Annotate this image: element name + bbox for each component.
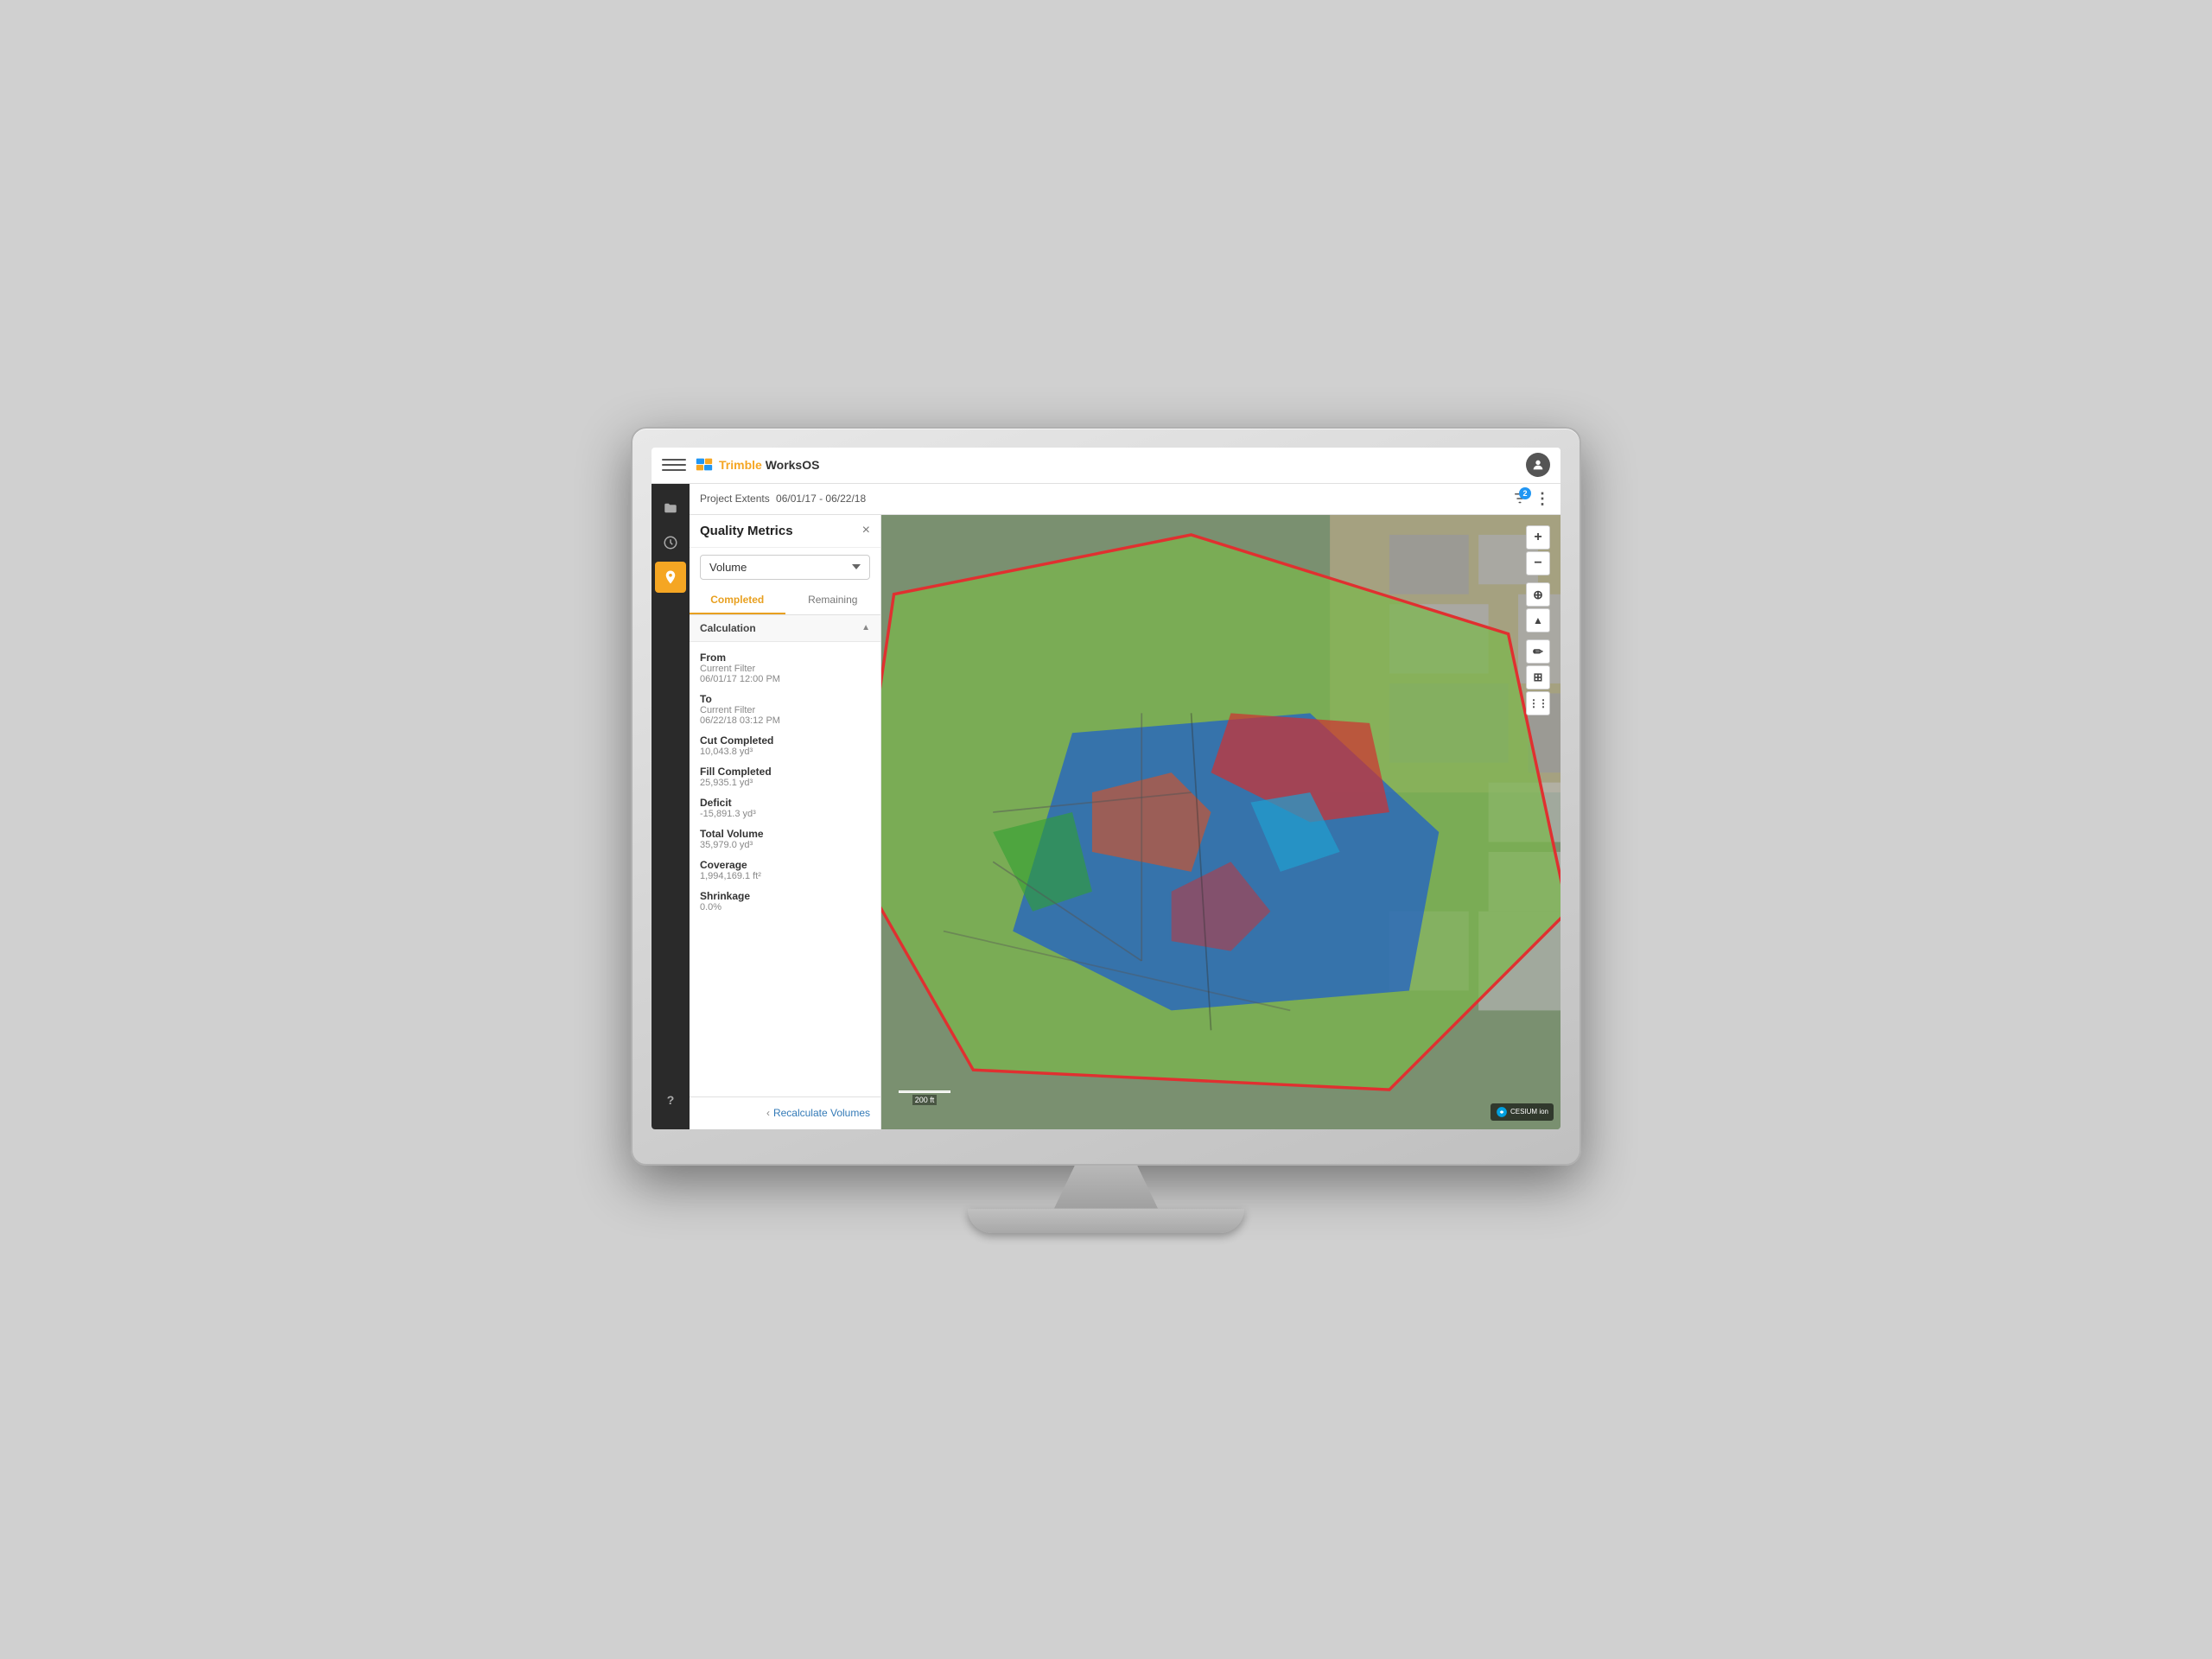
sidebar-item-folder[interactable] bbox=[655, 493, 686, 524]
tab-completed[interactable]: Completed bbox=[690, 587, 785, 614]
zoom-in-button[interactable]: + bbox=[1526, 525, 1550, 550]
sidebar: ? bbox=[652, 484, 690, 1129]
scale-bar: 200 ft bbox=[899, 1090, 950, 1105]
logo-text: Trimble WorksOS bbox=[719, 458, 819, 472]
map-controls: + − ⊕ ▲ ✏ ⊞ ⋮⋮ bbox=[1526, 525, 1550, 715]
calculation-section: Calculation ▲ bbox=[690, 615, 880, 642]
metric-fill-completed: Fill Completed 25,935.1 yd³ bbox=[690, 761, 880, 792]
metric-to-filter: Current Filter bbox=[700, 705, 870, 715]
pin-icon bbox=[663, 569, 678, 585]
content-area: Quality Metrics × Volume Area Other bbox=[690, 515, 1560, 1129]
tab-remaining[interactable]: Remaining bbox=[785, 587, 881, 614]
metric-coverage-value: 1,994,169.1 ft² bbox=[700, 871, 870, 881]
locate-button[interactable]: ⊕ bbox=[1526, 582, 1550, 607]
metric-total-value: 35,979.0 yd³ bbox=[700, 840, 870, 850]
map-overlay-svg: i bbox=[881, 515, 1560, 1129]
metric-cut-completed: Cut Completed 10,043.8 yd³ bbox=[690, 730, 880, 761]
app-logo: Trimble WorksOS bbox=[695, 455, 819, 474]
metric-to-label: To bbox=[700, 693, 870, 705]
project-title-text: Project Extents bbox=[700, 493, 770, 505]
metrics-list: From Current Filter 06/01/17 12:00 PM To… bbox=[690, 642, 880, 1096]
recalculate-volumes-button[interactable]: Recalculate Volumes bbox=[773, 1107, 870, 1119]
metric-coverage: Coverage 1,994,169.1 ft² bbox=[690, 855, 880, 886]
metric-total-volume: Total Volume 35,979.0 yd³ bbox=[690, 823, 880, 855]
metric-cut-label: Cut Completed bbox=[700, 734, 870, 747]
metric-deficit-label: Deficit bbox=[700, 797, 870, 809]
metric-from: From Current Filter 06/01/17 12:00 PM bbox=[690, 647, 880, 689]
top-bar: Trimble WorksOS bbox=[652, 448, 1560, 484]
sub-header-icons: 2 ⋮ bbox=[1512, 490, 1550, 508]
layers-button[interactable]: ⊞ bbox=[1526, 665, 1550, 690]
draw-button[interactable]: ✏ bbox=[1526, 639, 1550, 664]
metric-from-label: From bbox=[700, 652, 870, 664]
cesium-text: CESIUM ion bbox=[1510, 1108, 1548, 1116]
hamburger-menu-button[interactable] bbox=[662, 453, 686, 477]
scale-line bbox=[899, 1090, 950, 1093]
clock-icon bbox=[663, 535, 678, 550]
folder-icon bbox=[663, 500, 678, 516]
monitor-wrapper: Trimble WorksOS bbox=[631, 427, 1581, 1233]
cesium-logo: CESIUM ion bbox=[1491, 1103, 1554, 1121]
screen: Trimble WorksOS bbox=[652, 448, 1560, 1129]
metric-total-label: Total Volume bbox=[700, 828, 870, 840]
metric-to-date: 06/22/18 03:12 PM bbox=[700, 715, 870, 726]
main-body: ? Project Extents 06/01/17 - 06/22/18 bbox=[652, 484, 1560, 1129]
logo-text-worksOS: WorksOS bbox=[766, 458, 820, 472]
monitor-bezel: Trimble WorksOS bbox=[631, 427, 1581, 1166]
panel-dropdown-container: Volume Area Other bbox=[700, 555, 870, 580]
logo-icon bbox=[695, 455, 714, 474]
calculation-label: Calculation bbox=[700, 622, 756, 634]
app-container: Trimble WorksOS bbox=[652, 448, 1560, 1129]
calculation-section-header[interactable]: Calculation ▲ bbox=[690, 615, 880, 642]
panel-title: Quality Metrics bbox=[700, 524, 793, 538]
cesium-logo-icon bbox=[1496, 1106, 1508, 1118]
metric-shrinkage-value: 0.0% bbox=[700, 902, 870, 912]
filter-count-badge: 2 bbox=[1519, 487, 1531, 499]
sub-header: Project Extents 06/01/17 - 06/22/18 bbox=[690, 484, 1560, 515]
volume-dropdown[interactable]: Volume Area Other bbox=[700, 555, 870, 580]
quality-metrics-panel: Quality Metrics × Volume Area Other bbox=[690, 515, 881, 1129]
sidebar-item-help[interactable]: ? bbox=[655, 1084, 686, 1116]
monitor-stand-neck bbox=[1054, 1166, 1158, 1209]
metric-fill-value: 25,935.1 yd³ bbox=[700, 778, 870, 788]
metric-shrinkage-label: Shrinkage bbox=[700, 890, 870, 902]
grid-button[interactable]: ⋮⋮ bbox=[1526, 691, 1550, 715]
metric-deficit-value: -15,891.3 yd³ bbox=[700, 809, 870, 819]
filter-badge[interactable]: 2 bbox=[1512, 491, 1528, 506]
metric-from-filter: Current Filter bbox=[700, 664, 870, 674]
project-date-range: 06/01/17 - 06/22/18 bbox=[776, 493, 866, 505]
metric-coverage-label: Coverage bbox=[700, 859, 870, 871]
metric-cut-value: 10,043.8 yd³ bbox=[700, 747, 870, 757]
panel-header: Quality Metrics × bbox=[690, 515, 880, 548]
person-icon bbox=[1531, 458, 1545, 472]
section-arrow-icon: ▲ bbox=[861, 623, 870, 632]
panel-close-button[interactable]: × bbox=[862, 524, 870, 537]
back-arrow-icon: ‹ bbox=[766, 1107, 770, 1119]
sidebar-item-clock[interactable] bbox=[655, 527, 686, 558]
sidebar-item-pin[interactable] bbox=[655, 562, 686, 593]
monitor-stand-base bbox=[968, 1209, 1244, 1233]
zoom-out-button[interactable]: − bbox=[1526, 551, 1550, 575]
metric-fill-label: Fill Completed bbox=[700, 766, 870, 778]
metric-to: To Current Filter 06/22/18 03:12 PM bbox=[690, 689, 880, 730]
scale-label: 200 ft bbox=[912, 1095, 938, 1105]
map-area[interactable]: i + − ⊕ ▲ ✏ ⊞ ⋮⋮ bbox=[881, 515, 1560, 1129]
user-avatar[interactable] bbox=[1526, 453, 1550, 477]
metric-shrinkage: Shrinkage 0.0% bbox=[690, 886, 880, 917]
metric-from-date: 06/01/17 12:00 PM bbox=[700, 674, 870, 684]
panel-tabs: Completed Remaining bbox=[690, 587, 880, 615]
more-options-button[interactable]: ⋮ bbox=[1535, 490, 1550, 508]
terrain-button[interactable]: ▲ bbox=[1526, 608, 1550, 632]
metric-deficit: Deficit -15,891.3 yd³ bbox=[690, 792, 880, 823]
panel-footer: ‹ Recalculate Volumes bbox=[690, 1096, 880, 1129]
project-extents-title: Project Extents 06/01/17 - 06/22/18 bbox=[700, 493, 1512, 505]
logo-text-trimble: Trimble bbox=[719, 458, 766, 472]
